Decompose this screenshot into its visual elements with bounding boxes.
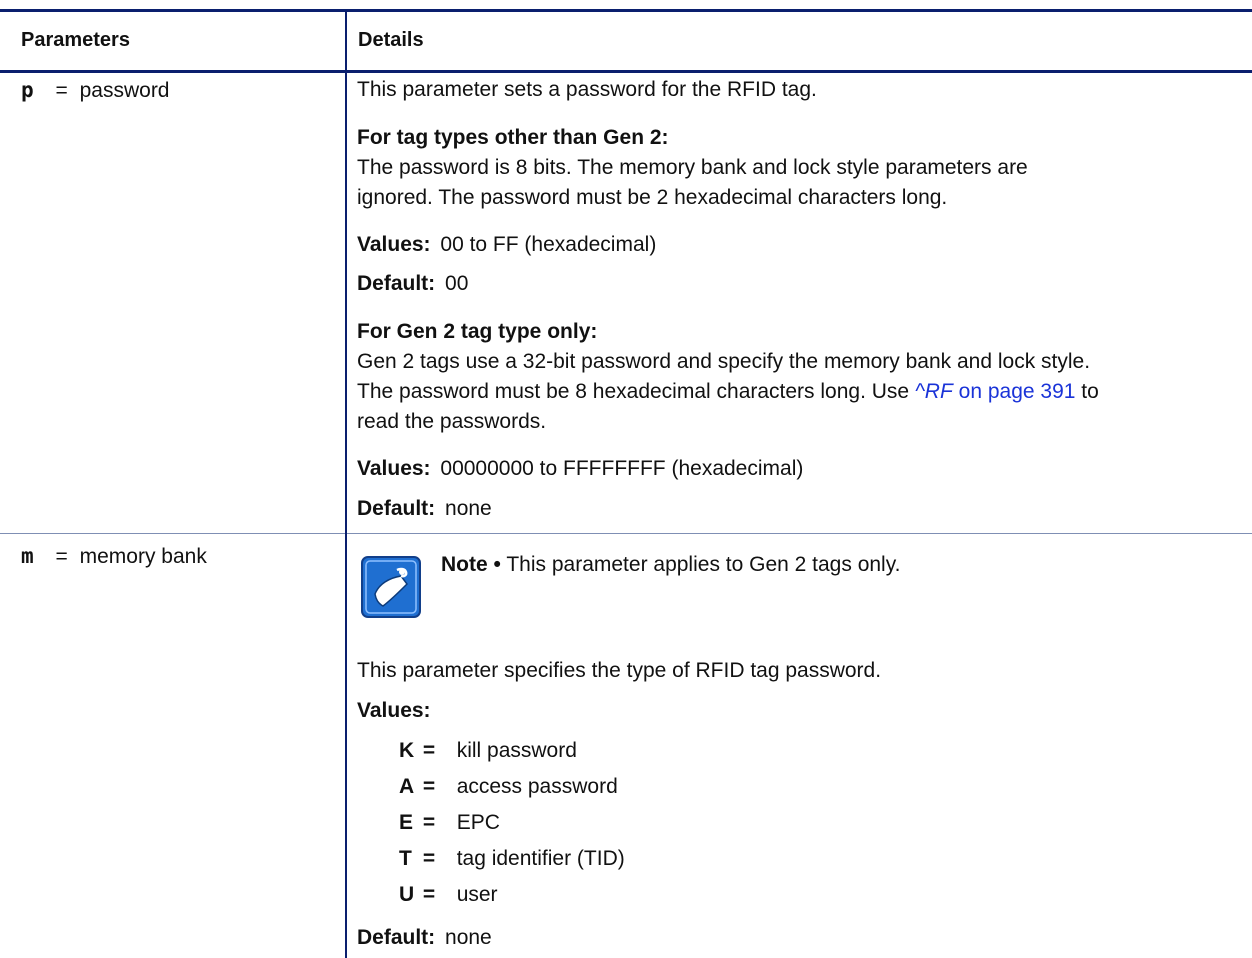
note-label: Note: [441, 553, 488, 576]
p-other-default: Default: 00: [357, 272, 468, 296]
value-key: E: [399, 811, 414, 834]
value-desc: EPC: [456, 811, 500, 834]
default-label: Default:: [357, 272, 436, 295]
p-other-line2: ignored. The password must be 2 hexadeci…: [357, 186, 948, 209]
p-gen2-values: Values: 00000000 to FFFFFFFF (hexadecima…: [357, 457, 803, 481]
value-key: T: [399, 847, 412, 870]
value-key: A: [399, 775, 415, 798]
p-gen2-heading: For Gen 2 tag type only:: [357, 320, 598, 343]
row-divider: [0, 533, 1252, 534]
p-intro: This parameter sets a password for the R…: [357, 78, 817, 101]
header-details: Details: [358, 29, 424, 51]
list-item: T = tag identifier (TID): [399, 847, 625, 871]
list-item: E = EPC: [399, 811, 500, 835]
default-text: none: [445, 926, 492, 949]
p-gen2-line3: read the passwords.: [357, 410, 547, 433]
values-text: 00000000 to FFFFFFFF (hexadecimal): [440, 457, 804, 480]
header-parameters: Parameters: [21, 29, 130, 51]
column-divider: [345, 9, 347, 958]
param-eq: =: [55, 545, 68, 568]
param-eq: =: [55, 79, 68, 102]
param-name: memory bank: [79, 545, 207, 568]
values-text: 00 to FF (hexadecimal): [440, 233, 657, 256]
param-m: m = memory bank: [21, 544, 207, 569]
value-desc: tag identifier (TID): [456, 847, 625, 870]
values-label: Values:: [357, 233, 431, 256]
param-name: password: [79, 79, 170, 102]
value-eq: =: [422, 775, 436, 798]
gen2-line2-pre: The password must be 8 hexadecimal chara…: [357, 380, 910, 403]
value-eq: =: [422, 847, 436, 870]
value-eq: =: [422, 739, 436, 762]
param-letter: p: [21, 78, 34, 102]
value-eq: =: [422, 883, 436, 906]
note-paper-icon: [361, 556, 421, 618]
p-gen2-default: Default: none: [357, 497, 492, 521]
value-key: K: [399, 739, 415, 762]
p-other-line1: The password is 8 bits. The memory bank …: [357, 156, 1028, 179]
value-desc: access password: [456, 775, 618, 798]
rf-link-cmd[interactable]: ^RF: [915, 380, 953, 403]
default-text: none: [445, 497, 492, 520]
value-desc: user: [456, 883, 498, 906]
default-label: Default:: [357, 926, 436, 949]
m-values-label: Values:: [357, 699, 431, 722]
p-gen2-line2: The password must be 8 hexadecimal chara…: [357, 380, 1099, 404]
p-gen2-line1: Gen 2 tags use a 32-bit password and spe…: [357, 350, 1091, 373]
table-top-rule: [0, 9, 1252, 12]
p-other-heading: For tag types other than Gen 2:: [357, 126, 669, 149]
default-text: 00: [445, 272, 469, 295]
values-label: Values:: [357, 457, 431, 480]
note-bullet: •: [493, 553, 501, 576]
value-key: U: [399, 883, 415, 906]
list-item: K = kill password: [399, 739, 577, 763]
param-p: p = password: [21, 78, 170, 103]
list-item: U = user: [399, 883, 498, 907]
value-desc: kill password: [456, 739, 577, 762]
header-bottom-rule: [0, 70, 1252, 73]
param-letter: m: [21, 544, 34, 568]
rf-link[interactable]: ^RF on page 391: [915, 380, 1076, 403]
value-eq: =: [422, 811, 436, 834]
m-default: Default: none: [357, 926, 492, 950]
default-label: Default:: [357, 497, 436, 520]
m-intro: This parameter specifies the type of RFI…: [357, 659, 882, 682]
note-text: This parameter applies to Gen 2 tags onl…: [506, 553, 901, 576]
m-note: Note • This parameter applies to Gen 2 t…: [441, 553, 901, 577]
p-other-values: Values: 00 to FF (hexadecimal): [357, 233, 656, 257]
gen2-line2-post: to: [1081, 380, 1099, 403]
list-item: A = access password: [399, 775, 618, 799]
rf-link-page[interactable]: on page 391: [959, 380, 1076, 403]
